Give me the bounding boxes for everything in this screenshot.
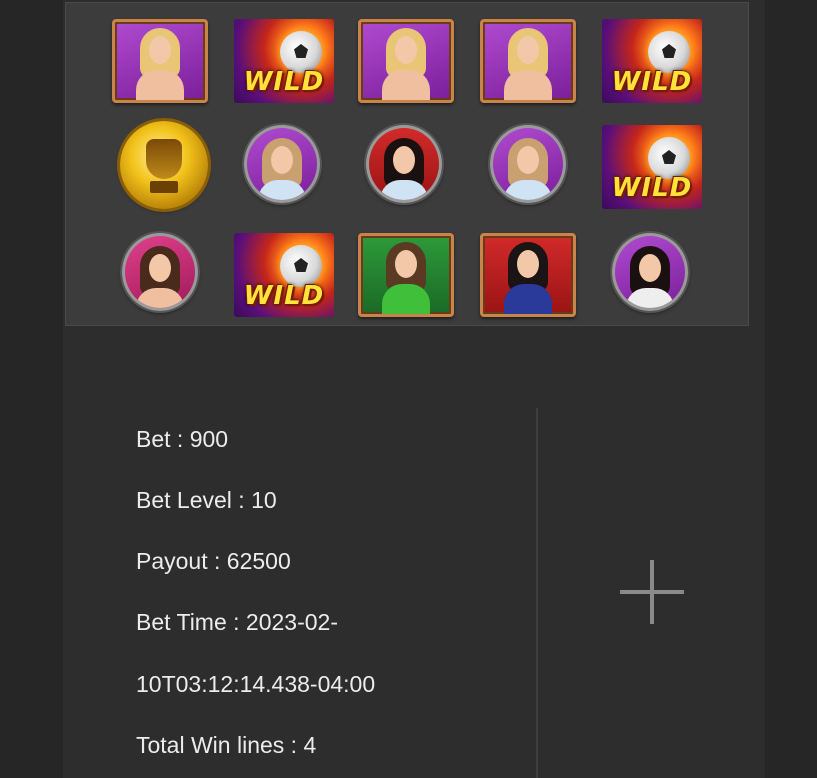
wild-label: WILD	[243, 281, 325, 311]
right-margin	[765, 0, 817, 778]
bet-time-continued: 10T03:12:14.438-04:00	[136, 671, 376, 697]
girl-coin-symbol	[244, 125, 320, 203]
girl-portrait-symbol	[358, 19, 454, 103]
girl-coin-symbol	[122, 233, 198, 311]
wild-symbol: WILD	[234, 19, 334, 103]
payout: Payout : 62500	[136, 548, 291, 574]
girl-coin-symbol	[612, 233, 688, 311]
girl-coin-symbol	[366, 125, 442, 203]
wild-label: WILD	[243, 67, 325, 97]
left-margin	[0, 0, 63, 778]
bet-amount: Bet : 900	[136, 426, 229, 452]
girl-portrait-symbol	[480, 19, 576, 103]
bet-time: Bet Time : 2023-02-	[136, 609, 338, 635]
wild-label: WILD	[611, 173, 693, 203]
girl-coin-symbol	[490, 125, 566, 203]
trophy-coin-symbol	[120, 121, 208, 209]
total-win-lines: Total Win lines : 4	[136, 732, 317, 758]
trophy-icon	[146, 139, 182, 179]
girl-portrait-symbol	[112, 19, 208, 103]
wild-symbol: WILD	[234, 233, 334, 317]
girl-portrait-symbol	[480, 233, 576, 317]
wild-symbol: WILD	[602, 125, 702, 209]
bet-level: Bet Level : 10	[136, 487, 277, 513]
column-divider	[536, 408, 538, 778]
slot-reel-grid: WILD WILD WILD WILD	[65, 2, 749, 326]
girl-portrait-symbol	[358, 233, 454, 317]
wild-label: WILD	[611, 67, 693, 97]
plus-icon[interactable]	[620, 560, 684, 624]
wild-symbol: WILD	[602, 19, 702, 103]
